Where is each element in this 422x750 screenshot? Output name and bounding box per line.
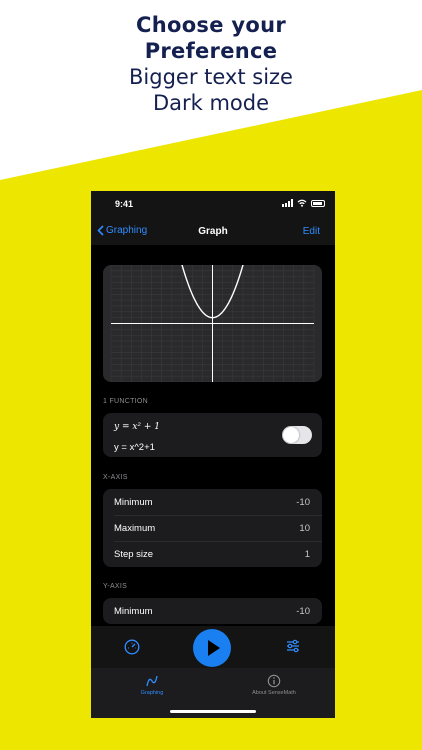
bottom-toolbar: [91, 626, 335, 668]
function-expression: y = x^2+1: [114, 442, 155, 453]
scroll-content[interactable]: 1 FUNCTION y = x² + 1 y = x^2+1 X-AXIS M…: [91, 245, 335, 626]
home-indicator: [170, 710, 256, 713]
headline-line-1: Choose your: [136, 13, 286, 37]
graphing-icon: [146, 675, 158, 687]
play-button[interactable]: [193, 629, 231, 667]
tab-graphing-label: Graphing: [140, 690, 164, 696]
x-step-value: 1: [304, 549, 310, 560]
function-section-header: 1 FUNCTION: [103, 398, 148, 405]
wifi-icon: [297, 199, 307, 207]
status-time: 9:41: [115, 199, 134, 209]
x-step-label: Step size: [114, 549, 154, 560]
x-axis-section-header: X-AXIS: [103, 474, 128, 481]
x-axis-maximum-row[interactable]: Maximum 10: [103, 515, 322, 541]
chevron-left-icon: [97, 225, 104, 236]
speedometer-icon[interactable]: [124, 639, 140, 655]
status-icons: [282, 199, 325, 207]
x-min-label: Minimum: [114, 497, 153, 508]
edit-button[interactable]: Edit: [303, 226, 320, 237]
graph-canvas: [110, 265, 315, 382]
x-max-value: 10: [299, 523, 310, 534]
x-max-label: Maximum: [114, 523, 156, 534]
cellular-signal-icon: [282, 199, 293, 207]
navigation-bar: Graphing Graph Edit: [91, 219, 335, 245]
function-row[interactable]: y = x² + 1 y = x^2+1: [103, 413, 322, 457]
x-min-value: -10: [296, 497, 310, 508]
promo-headline: Choose your Preference Bigger text size …: [0, 12, 422, 116]
headline-line-2: Preference: [144, 39, 278, 63]
phone-screen: 9:41 Graphing Graph Edit 1 FUNCTION y =: [91, 191, 335, 718]
y-axis-minimum-row[interactable]: Minimum -10: [103, 598, 322, 624]
battery-icon: [311, 199, 325, 207]
sliders-icon[interactable]: [285, 638, 301, 654]
y-axis-settings: Minimum -10: [103, 598, 322, 624]
subline-1: Bigger text size: [129, 65, 293, 89]
graph-preview[interactable]: [103, 265, 322, 382]
y-min-value: -10: [296, 606, 310, 617]
y-axis-section-header: Y-AXIS: [103, 583, 128, 590]
tab-about-label: About SenseMath: [252, 690, 296, 696]
x-axis-minimum-row[interactable]: Minimum -10: [103, 489, 322, 515]
function-math-display: y = x² + 1: [114, 422, 161, 432]
y-min-label: Minimum: [114, 606, 153, 617]
info-icon: [267, 674, 281, 688]
function-toggle[interactable]: [282, 426, 312, 444]
status-bar: 9:41: [91, 191, 335, 219]
x-axis-step-row[interactable]: Step size 1: [103, 541, 322, 567]
back-button[interactable]: Graphing: [97, 225, 147, 236]
subline-2: Dark mode: [152, 91, 270, 115]
tab-graphing[interactable]: Graphing: [131, 674, 173, 696]
x-axis-settings: Minimum -10 Maximum 10 Step size 1: [103, 489, 322, 567]
tab-about[interactable]: About SenseMath: [241, 674, 307, 696]
back-label: Graphing: [106, 225, 148, 236]
tab-bar: Graphing About SenseMath: [91, 668, 335, 718]
